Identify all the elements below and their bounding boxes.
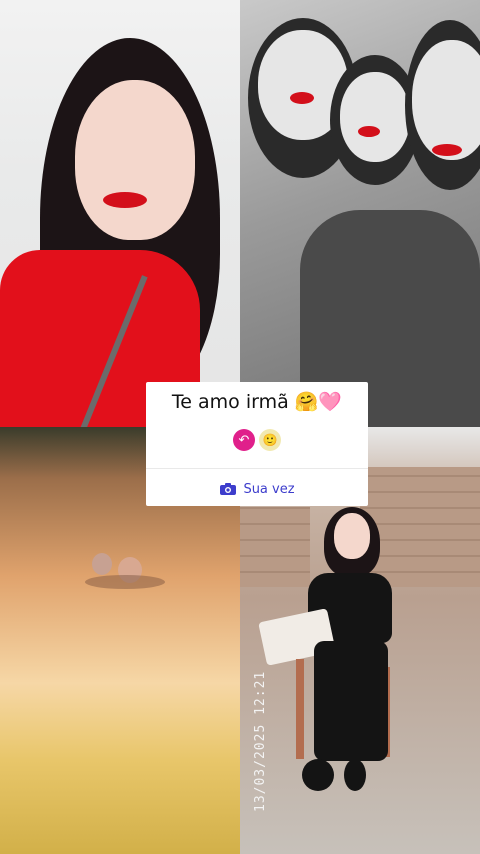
- water-ripple: [85, 575, 165, 589]
- reply-row: ↶ 🙂: [146, 426, 368, 454]
- lips-right: [432, 144, 462, 156]
- brick-wall-left: [240, 507, 310, 587]
- lips: [103, 192, 147, 208]
- child-head: [92, 553, 112, 575]
- photo-top-left: [0, 0, 240, 427]
- camera-icon: [220, 483, 237, 495]
- divider: [146, 468, 368, 469]
- story-reply-card[interactable]: Te amo irmã 🤗🩷 ↶ 🙂 Sua vez: [146, 382, 368, 506]
- your-turn-button[interactable]: Sua vez: [146, 479, 368, 499]
- sandal-right: [344, 759, 366, 791]
- your-turn-label: Sua vez: [243, 481, 295, 497]
- face: [334, 513, 370, 559]
- brick-wall: [360, 467, 480, 587]
- lips-middle: [358, 126, 380, 137]
- reply-arrow-icon[interactable]: ↶: [233, 429, 255, 451]
- sandal-left: [302, 759, 334, 791]
- chair-leg-left: [296, 659, 304, 759]
- face-right: [412, 40, 480, 160]
- black-pants: [314, 641, 388, 761]
- face-middle: [340, 72, 410, 162]
- photo-top-right: [240, 0, 480, 427]
- reaction-emoji: 🙂: [259, 429, 281, 451]
- reply-message: Te amo irmã 🤗🩷: [171, 391, 343, 413]
- lips-left: [290, 92, 314, 104]
- face: [75, 80, 195, 240]
- photo-timestamp: 13/03/2025 12:21: [253, 670, 268, 812]
